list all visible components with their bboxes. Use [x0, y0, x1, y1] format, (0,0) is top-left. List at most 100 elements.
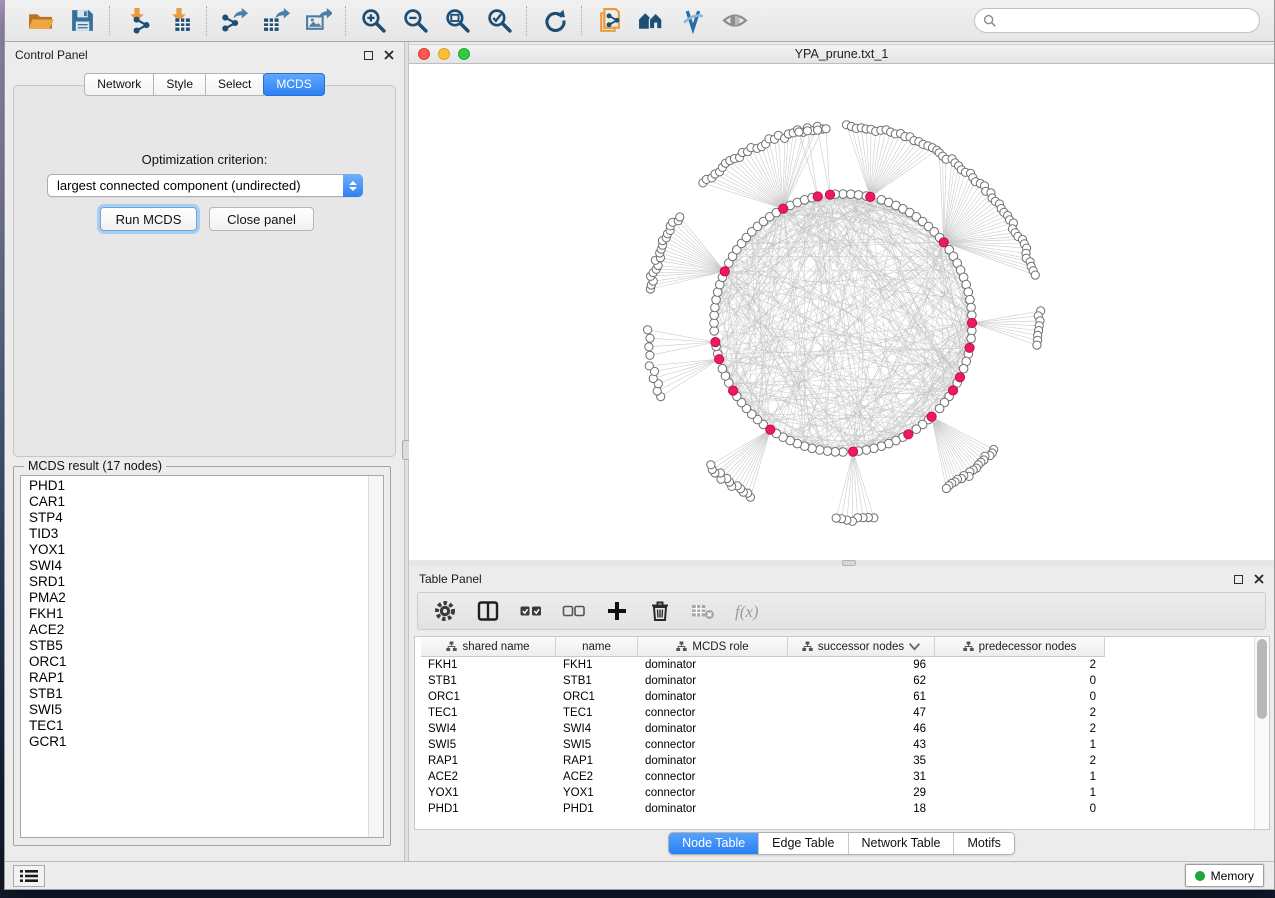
- mcds-node[interactable]: CAR1: [21, 494, 368, 510]
- gear-button[interactable]: [432, 598, 458, 624]
- float-panel-icon[interactable]: [364, 51, 373, 60]
- tab-select[interactable]: Select: [205, 73, 264, 96]
- close-panel-icon[interactable]: [1254, 574, 1264, 584]
- table-row[interactable]: ORC1ORC1dominator610: [415, 689, 1254, 705]
- mcds-node[interactable]: PHD1: [21, 478, 368, 494]
- table-tabs: Node TableEdge TableNetwork TableMotifs: [409, 832, 1274, 855]
- mcds-node[interactable]: FKH1: [21, 606, 368, 622]
- cell-MCDS-role: dominator: [638, 801, 788, 817]
- zoom-out-button[interactable]: [400, 6, 430, 36]
- table-scrollbar[interactable]: [1254, 637, 1269, 829]
- table-row[interactable]: PHD1PHD1dominator180: [415, 801, 1254, 817]
- trash-button[interactable]: [647, 598, 673, 624]
- refresh-layout-icon: [541, 7, 568, 34]
- cell-predecessor-nodes: 0: [935, 673, 1105, 689]
- table-row[interactable]: RAP1RAP1dominator352: [415, 753, 1254, 769]
- close-panel-button[interactable]: Close panel: [209, 207, 314, 231]
- status-bar: Memory: [5, 861, 1274, 889]
- mcds-node[interactable]: STP4: [21, 510, 368, 526]
- run-mcds-button[interactable]: Run MCDS: [100, 207, 197, 231]
- column-header-name[interactable]: name: [556, 637, 638, 657]
- mcds-node[interactable]: TID3: [21, 526, 368, 542]
- mcds-node[interactable]: STB1: [21, 686, 368, 702]
- table-row[interactable]: FKH1FKH1dominator962: [415, 657, 1254, 673]
- columns-button[interactable]: [475, 598, 501, 624]
- column-header-MCDS-role[interactable]: MCDS role: [638, 637, 788, 657]
- save-session-button[interactable]: [67, 6, 97, 36]
- tab-style[interactable]: Style: [153, 73, 206, 96]
- task-history-button[interactable]: [13, 865, 45, 887]
- tab-network-table[interactable]: Network Table: [848, 833, 954, 854]
- network-houses-button[interactable]: [636, 6, 666, 36]
- column-header-shared-name[interactable]: shared name: [421, 637, 556, 657]
- cell-successor-nodes: 47: [788, 705, 935, 721]
- search-box[interactable]: [974, 8, 1260, 33]
- zoom-in-button[interactable]: [358, 6, 388, 36]
- tab-mcds[interactable]: MCDS: [263, 73, 324, 96]
- tab-node-table[interactable]: Node Table: [669, 833, 758, 854]
- mcds-node[interactable]: RAP1: [21, 670, 368, 686]
- network-title: YPA_prune.txt_1: [409, 47, 1274, 61]
- refresh-layout-button[interactable]: [539, 6, 569, 36]
- close-panel-icon[interactable]: [384, 50, 394, 60]
- search-input[interactable]: [1001, 11, 1259, 31]
- column-header-predecessor-nodes[interactable]: predecessor nodes: [935, 637, 1105, 657]
- import-table-button[interactable]: [164, 6, 194, 36]
- mcds-node[interactable]: PMA2: [21, 590, 368, 606]
- mcds-node[interactable]: STB5: [21, 638, 368, 654]
- mcds-node[interactable]: GCR1: [21, 734, 368, 750]
- import-table-icon: [166, 7, 193, 34]
- export-image-button[interactable]: [303, 6, 333, 36]
- tab-network[interactable]: Network: [84, 73, 154, 96]
- table-row[interactable]: SWI4SWI4dominator462: [415, 721, 1254, 737]
- mcds-node[interactable]: ACE2: [21, 622, 368, 638]
- open-session-button[interactable]: [25, 6, 55, 36]
- cell-shared-name: YOX1: [421, 785, 556, 801]
- cell-shared-name: PHD1: [421, 801, 556, 817]
- column-type-icon: [446, 641, 457, 652]
- tab-edge-table[interactable]: Edge Table: [758, 833, 847, 854]
- mcds-node[interactable]: TEC1: [21, 718, 368, 734]
- table-row[interactable]: STB1STB1dominator620: [415, 673, 1254, 689]
- export-network-button[interactable]: [219, 6, 249, 36]
- clone-network-button[interactable]: [594, 6, 624, 36]
- export-image-icon: [305, 7, 332, 34]
- table-row[interactable]: SWI5SWI5connector431: [415, 737, 1254, 753]
- column-type-icon: [963, 641, 974, 652]
- table-row[interactable]: YOX1YOX1connector291: [415, 785, 1254, 801]
- add-button[interactable]: [604, 598, 630, 624]
- mcds-node[interactable]: SWI4: [21, 558, 368, 574]
- optimization-criterion-select[interactable]: largest connected component (undirected): [47, 174, 363, 197]
- cell-MCDS-role: dominator: [638, 753, 788, 769]
- table-rows: FKH1FKH1dominator962STB1STB1dominator620…: [415, 657, 1254, 829]
- column-header-successor-nodes[interactable]: successor nodes: [788, 637, 935, 657]
- memory-button[interactable]: Memory: [1185, 864, 1264, 887]
- float-panel-icon[interactable]: [1234, 575, 1243, 584]
- import-network-button[interactable]: [122, 6, 152, 36]
- cell-predecessor-nodes: 0: [935, 689, 1105, 705]
- memory-label: Memory: [1211, 869, 1254, 883]
- table-row[interactable]: ACE2ACE2connector311: [415, 769, 1254, 785]
- unselect-all-button[interactable]: [561, 598, 587, 624]
- unselect-all-icon: [562, 599, 586, 623]
- select-all-button[interactable]: [518, 598, 544, 624]
- mcds-list-scrollbar[interactable]: [368, 476, 383, 837]
- mcds-node[interactable]: SWI5: [21, 702, 368, 718]
- network-canvas[interactable]: [409, 64, 1274, 560]
- tab-motifs[interactable]: Motifs: [953, 833, 1013, 854]
- zoom-selected-button[interactable]: [484, 6, 514, 36]
- scrollbar-thumb[interactable]: [1257, 639, 1267, 719]
- cell-successor-nodes: 35: [788, 753, 935, 769]
- zoom-out-icon: [402, 7, 429, 34]
- column-type-icon: [802, 641, 813, 652]
- mcds-node[interactable]: YOX1: [21, 542, 368, 558]
- cell-shared-name: SWI5: [421, 737, 556, 753]
- vizmapper-button[interactable]: [678, 6, 708, 36]
- export-table-button[interactable]: [261, 6, 291, 36]
- zoom-fit-button[interactable]: [442, 6, 472, 36]
- graphics-details-button[interactable]: [720, 6, 750, 36]
- mcds-node[interactable]: SRD1: [21, 574, 368, 590]
- vizmapper-icon: [680, 7, 707, 34]
- table-row[interactable]: TEC1TEC1connector472: [415, 705, 1254, 721]
- mcds-node[interactable]: ORC1: [21, 654, 368, 670]
